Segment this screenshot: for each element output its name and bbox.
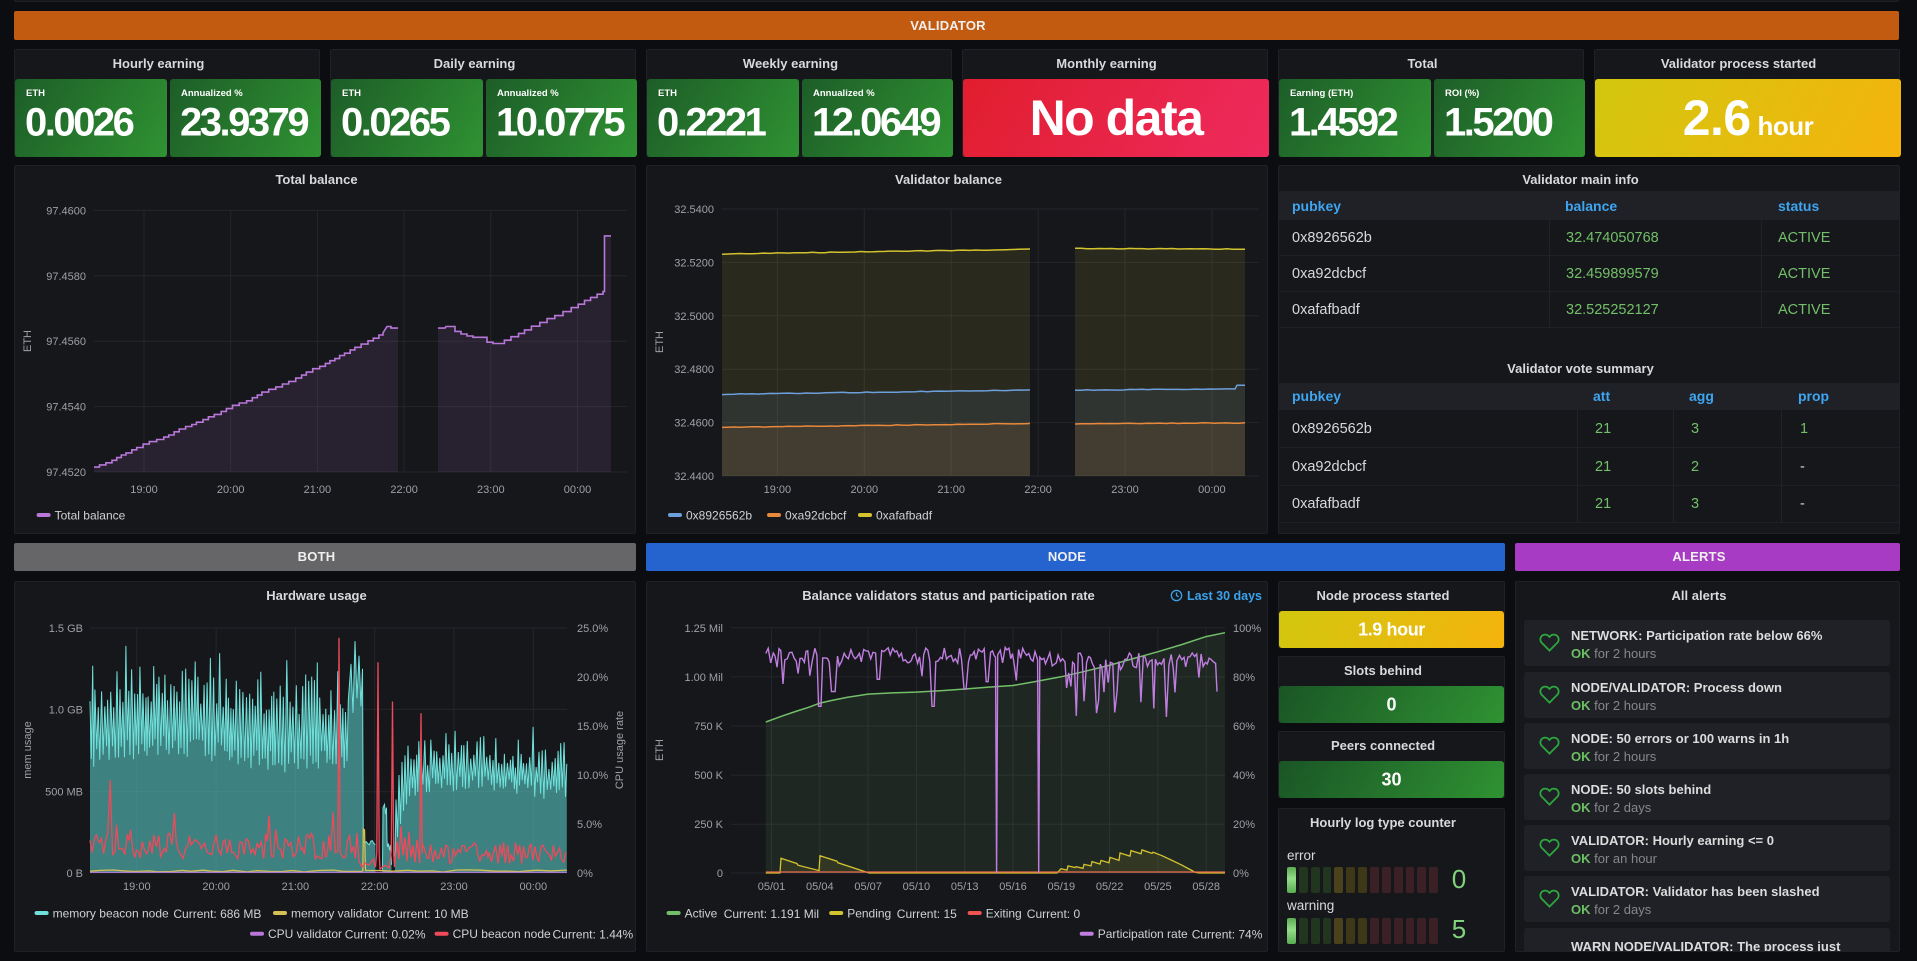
svg-text:CPU validator: CPU validator	[268, 927, 342, 941]
svg-text:25.0%: 25.0%	[577, 623, 608, 635]
svg-text:05/19: 05/19	[1048, 881, 1076, 893]
svg-text:1.25 Mil: 1.25 Mil	[684, 623, 723, 635]
svg-text:Total balance: Total balance	[55, 508, 126, 522]
svg-text:05/01: 05/01	[758, 881, 786, 893]
svg-text:97.4520: 97.4520	[46, 467, 86, 479]
svg-text:05/10: 05/10	[903, 881, 931, 893]
svg-text:22:00: 22:00	[390, 484, 418, 496]
svg-text:Current: 1.191 Mil: Current: 1.191 Mil	[724, 907, 819, 921]
svg-text:Current: 10 MB: Current: 10 MB	[387, 907, 468, 921]
svg-text:mem usage: mem usage	[22, 721, 34, 778]
svg-text:Current: 74%: Current: 74%	[1192, 928, 1263, 942]
svg-text:Current: 15: Current: 15	[897, 907, 957, 921]
svg-text:250 K: 250 K	[694, 819, 723, 831]
svg-text:22:00: 22:00	[1024, 484, 1052, 496]
svg-text:5.0%: 5.0%	[577, 819, 602, 831]
svg-text:32.5200: 32.5200	[674, 257, 714, 269]
svg-text:05/22: 05/22	[1096, 881, 1124, 893]
svg-text:CPU beacon node: CPU beacon node	[453, 927, 551, 941]
svg-text:15.0%: 15.0%	[577, 721, 608, 733]
svg-text:19:00: 19:00	[123, 881, 151, 893]
svg-text:Participation rate: Participation rate	[1098, 927, 1188, 941]
svg-text:20%: 20%	[1233, 819, 1255, 831]
svg-text:21:00: 21:00	[304, 484, 332, 496]
svg-text:100%: 100%	[1233, 623, 1261, 635]
svg-text:22:00: 22:00	[361, 881, 389, 893]
svg-text:1.00 Mil: 1.00 Mil	[684, 672, 723, 684]
svg-text:0%: 0%	[1233, 868, 1249, 880]
svg-text:20.0%: 20.0%	[577, 672, 608, 684]
svg-text:0%: 0%	[577, 868, 593, 880]
svg-text:1.0 GB: 1.0 GB	[49, 704, 83, 716]
svg-text:Pending: Pending	[847, 906, 891, 920]
svg-text:40%: 40%	[1233, 770, 1255, 782]
svg-text:0 B: 0 B	[66, 868, 83, 880]
svg-text:05/25: 05/25	[1144, 881, 1172, 893]
svg-text:500 K: 500 K	[694, 770, 723, 782]
svg-text:20:00: 20:00	[217, 484, 245, 496]
svg-text:80%: 80%	[1233, 672, 1255, 684]
svg-text:05/04: 05/04	[806, 881, 834, 893]
svg-text:ETH: ETH	[22, 330, 34, 352]
svg-text:32.5400: 32.5400	[674, 204, 714, 216]
svg-text:0x8926562b: 0x8926562b	[686, 508, 752, 522]
svg-text:32.5000: 32.5000	[674, 311, 714, 323]
svg-text:0: 0	[717, 868, 723, 880]
svg-text:ETH: ETH	[654, 331, 666, 353]
svg-text:00:00: 00:00	[1198, 484, 1226, 496]
svg-text:memory validator: memory validator	[291, 906, 383, 920]
svg-text:97.4600: 97.4600	[46, 205, 86, 217]
svg-text:97.4540: 97.4540	[46, 402, 86, 414]
svg-text:1.5 GB: 1.5 GB	[49, 623, 83, 635]
svg-text:60%: 60%	[1233, 721, 1255, 733]
svg-text:05/28: 05/28	[1192, 881, 1220, 893]
svg-text:00:00: 00:00	[520, 881, 548, 893]
svg-text:Exiting: Exiting	[986, 906, 1022, 920]
svg-text:Current: 0: Current: 0	[1027, 907, 1081, 921]
svg-text:Current: 1.44%: Current: 1.44%	[553, 928, 634, 942]
svg-text:memory beacon node: memory beacon node	[53, 906, 169, 920]
svg-text:97.4560: 97.4560	[46, 336, 86, 348]
svg-text:0xa92dcbcf: 0xa92dcbcf	[785, 508, 847, 522]
svg-text:10.0%: 10.0%	[577, 770, 608, 782]
svg-text:19:00: 19:00	[764, 484, 792, 496]
svg-text:05/16: 05/16	[999, 881, 1027, 893]
svg-text:05/13: 05/13	[951, 881, 979, 893]
svg-text:Current: 686 MB: Current: 686 MB	[173, 907, 261, 921]
svg-text:00:00: 00:00	[564, 484, 592, 496]
svg-text:97.4580: 97.4580	[46, 271, 86, 283]
svg-text:23:00: 23:00	[440, 881, 468, 893]
svg-text:32.4400: 32.4400	[674, 471, 714, 483]
svg-text:21:00: 21:00	[282, 881, 310, 893]
svg-text:500 MB: 500 MB	[45, 787, 83, 799]
svg-text:ETH: ETH	[654, 739, 666, 761]
svg-text:32.4800: 32.4800	[674, 364, 714, 376]
svg-text:32.4600: 32.4600	[674, 418, 714, 430]
svg-text:Current: 0.02%: Current: 0.02%	[345, 928, 426, 942]
svg-text:21:00: 21:00	[937, 484, 965, 496]
svg-text:Active: Active	[685, 906, 718, 920]
svg-text:0xafafbadf: 0xafafbadf	[876, 508, 933, 522]
svg-text:750 K: 750 K	[694, 721, 723, 733]
svg-text:19:00: 19:00	[130, 484, 158, 496]
svg-text:20:00: 20:00	[851, 484, 879, 496]
svg-text:05/07: 05/07	[854, 881, 882, 893]
svg-text:CPU usage rate: CPU usage rate	[614, 711, 626, 789]
svg-text:23:00: 23:00	[1111, 484, 1139, 496]
svg-text:20:00: 20:00	[202, 881, 230, 893]
svg-text:23:00: 23:00	[477, 484, 505, 496]
